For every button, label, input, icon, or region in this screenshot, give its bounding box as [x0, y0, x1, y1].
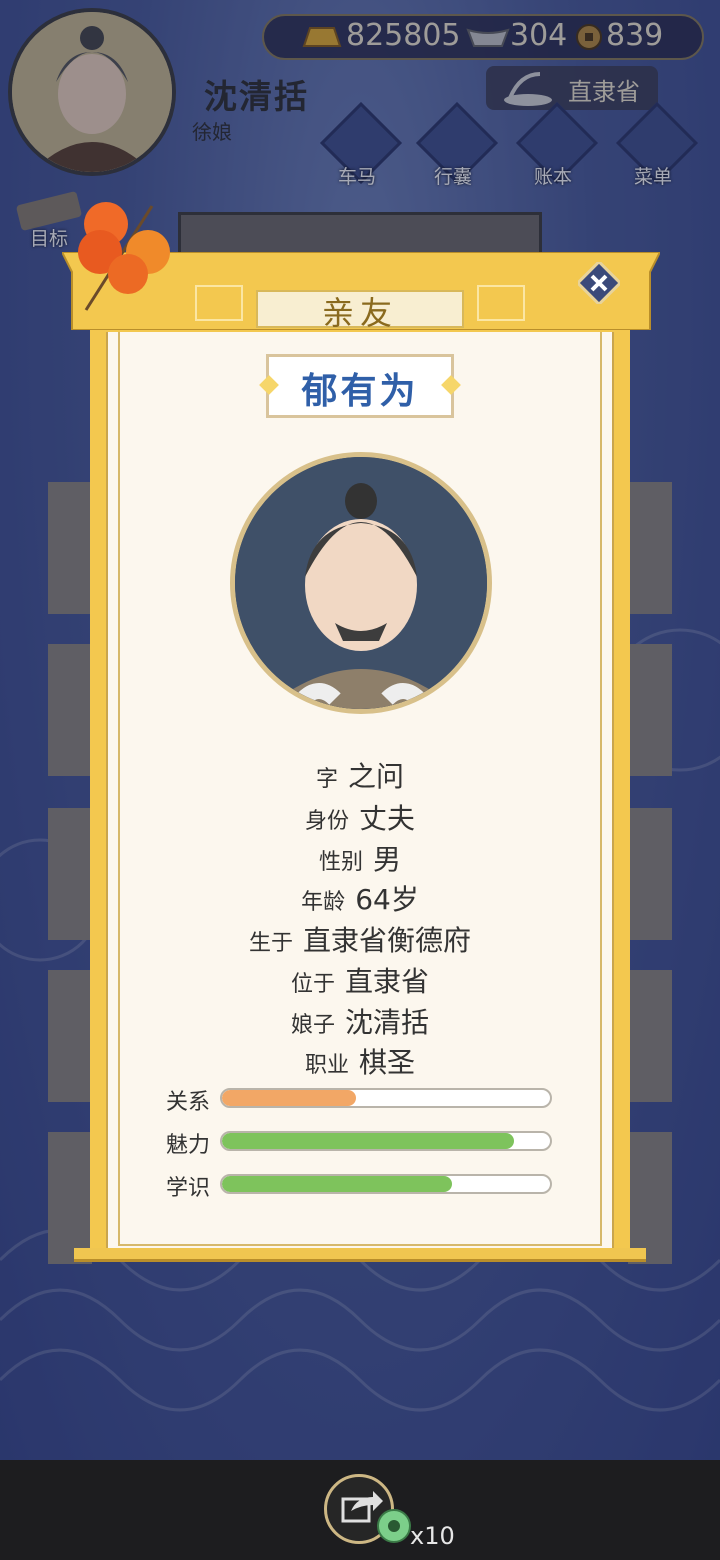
- stat-label: 魅力: [166, 1133, 211, 1158]
- stat-bar-fill: [222, 1133, 514, 1149]
- info-row: 身份 丈夫: [106, 797, 614, 837]
- info-row: 性别男: [106, 838, 614, 878]
- stat-bar-fill: [222, 1090, 357, 1106]
- character-avatar-image: [235, 457, 487, 709]
- scroll-bottom-rod: [74, 1248, 646, 1262]
- stat-bar: [220, 1174, 552, 1194]
- info-key: 娘子: [290, 1013, 335, 1038]
- info-key: 年龄: [301, 890, 346, 915]
- info-value: 之问: [348, 760, 405, 793]
- info-row: 娘子 沈清括: [106, 1001, 614, 1041]
- jade-coin-icon: [377, 1509, 411, 1543]
- character-name: 郁有为: [301, 371, 419, 412]
- close-icon[interactable]: [578, 262, 620, 304]
- info-key: 性别: [318, 850, 363, 875]
- modal-title: 亲友: [321, 294, 398, 332]
- stat-bar: [220, 1131, 552, 1151]
- info-row: 职业 棋圣: [106, 1041, 614, 1081]
- info-row: 字之问: [106, 755, 614, 795]
- candied-hawthorn-decoration: [78, 202, 170, 311]
- info-value: 直隶省: [345, 965, 430, 998]
- stat-label: 学识: [166, 1176, 211, 1201]
- stat-bar-fill: [222, 1176, 452, 1192]
- info-value: 直隶省衡德府: [303, 924, 472, 957]
- info-value: 棋圣: [359, 1046, 416, 1079]
- info-key: 位于: [290, 972, 335, 997]
- share-reward-count: x10: [410, 1522, 455, 1550]
- character-portrait: [230, 452, 492, 714]
- stat-label: 关系: [166, 1090, 211, 1115]
- info-value: 男: [373, 843, 402, 876]
- info-value: 沈清括: [345, 1006, 430, 1039]
- stat-bar: [220, 1088, 552, 1108]
- info-value: 64岁: [355, 883, 419, 916]
- info-key: 生于: [248, 931, 293, 956]
- info-row: 年龄 64岁: [106, 878, 614, 918]
- info-value: 丈夫: [359, 802, 416, 835]
- info-key: 身份: [304, 809, 349, 834]
- info-row: 生于 直隶省衡德府: [106, 919, 614, 959]
- info-row: 位于 直隶省: [106, 960, 614, 1000]
- info-key: 职业: [304, 1053, 349, 1078]
- info-key: 字: [315, 767, 338, 792]
